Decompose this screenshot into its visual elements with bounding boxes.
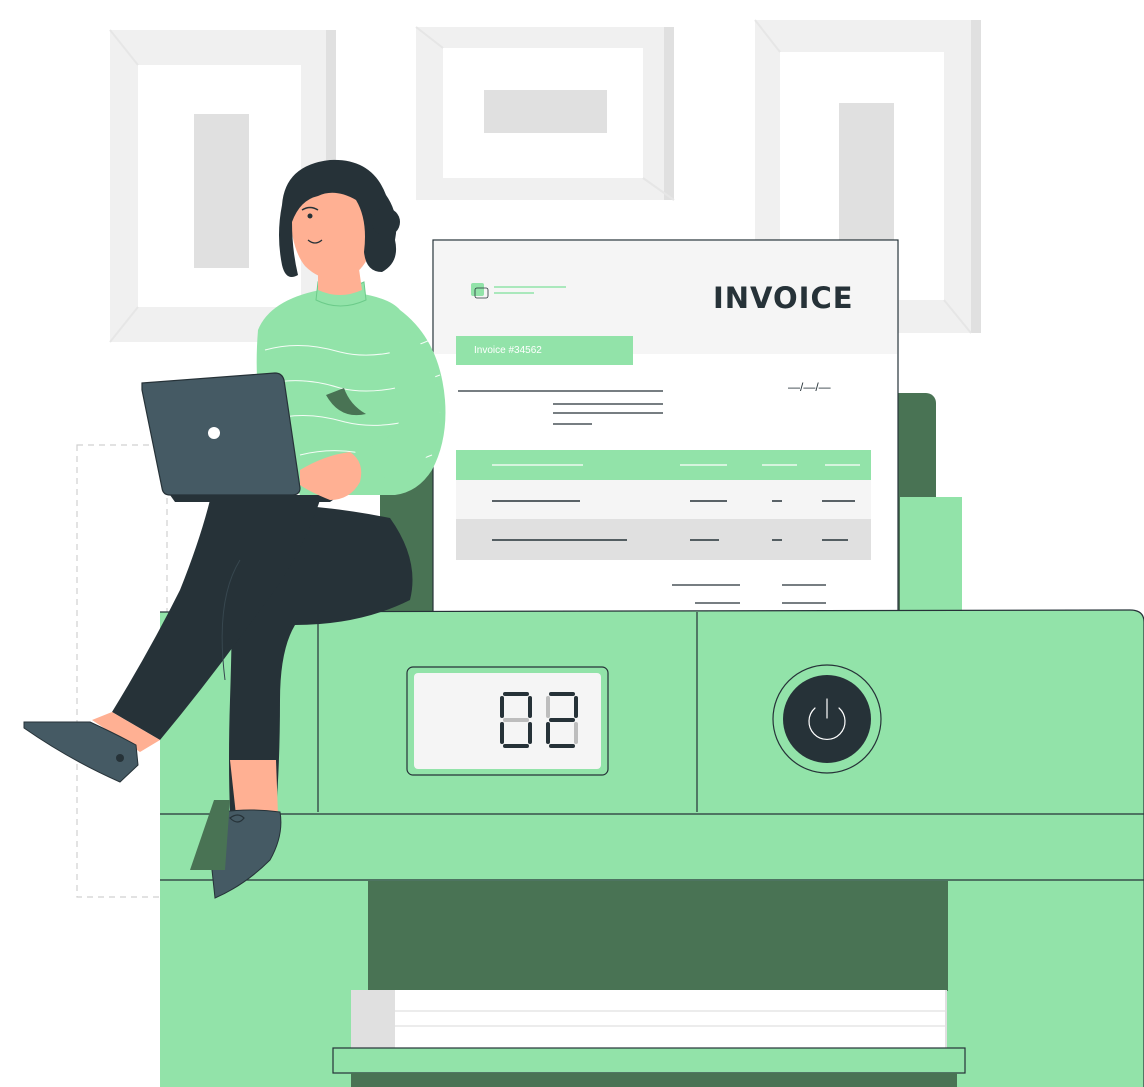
invoice-date-placeholder: —/—/— [788, 380, 831, 394]
invoice-title: INVOICE [713, 281, 854, 315]
invoice-number-label: Invoice #34562 [474, 345, 542, 356]
paper-tray [332, 1047, 966, 1087]
invoice-table-row [456, 480, 871, 519]
invoice-document: INVOICE Invoice #34562 —/—/— [432, 239, 899, 613]
printer-output-slot [351, 881, 948, 1048]
picture-frame-center [415, 26, 675, 201]
printer-display-value: 02 [0, 0, 2, 1]
laptop-logo-icon [208, 427, 220, 439]
power-button[interactable] [772, 664, 882, 774]
illustration-scene: INVOICE Invoice #34562 —/—/— 02 [0, 0, 1144, 1087]
